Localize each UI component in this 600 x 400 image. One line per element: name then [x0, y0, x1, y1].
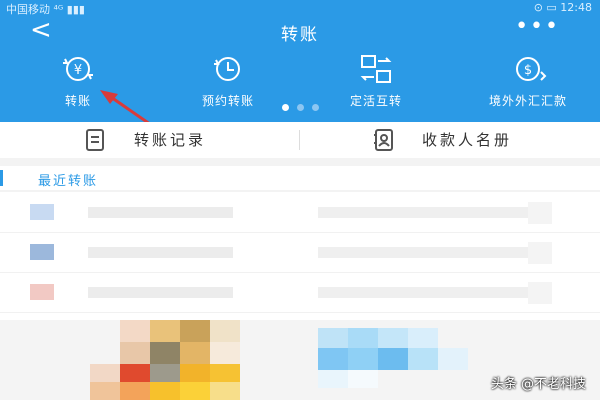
mosaic-cell: [378, 328, 408, 348]
transfer-records-label: 转账记录: [134, 131, 207, 149]
mosaic-cell: [438, 348, 468, 370]
mosaic-cell: [120, 320, 150, 342]
contact-book-icon: [374, 129, 393, 151]
list-item[interactable]: [0, 192, 600, 233]
mosaic-cell: [120, 364, 150, 382]
mosaic-cell: [120, 382, 150, 400]
mosaic-cell: [120, 342, 150, 364]
blurred-name: [88, 247, 233, 258]
mosaic-cell: [180, 342, 210, 364]
blurred-account: [318, 207, 528, 218]
mosaic-cell: [180, 364, 210, 382]
action-bar: 转账记录 收款人名册: [0, 122, 600, 158]
mosaic-cell: [318, 348, 348, 370]
blurred-account: [318, 247, 528, 258]
avatar: [30, 284, 54, 300]
mosaic-cell: [348, 370, 378, 388]
mosaic-cell: [210, 320, 240, 342]
mosaic-cell: [348, 328, 378, 348]
list-item[interactable]: [0, 232, 600, 273]
transfer-records-button[interactable]: 转账记录: [0, 122, 299, 158]
payee-directory-label: 收款人名册: [422, 131, 513, 149]
mosaic-cell: [210, 382, 240, 400]
document-icon: [86, 129, 104, 151]
mosaic-cell: [318, 370, 348, 388]
mosaic-cell: [408, 348, 438, 370]
mosaic-cell: [408, 328, 438, 348]
mosaic-cell: [210, 364, 240, 382]
blurred-detail: [528, 282, 552, 304]
section-accent-bar: [0, 170, 3, 186]
blurred-account: [318, 287, 528, 298]
mosaic-cell: [90, 364, 120, 382]
recent-transfers-header: 最近转账: [0, 166, 600, 190]
mosaic-cell: [348, 348, 378, 370]
blurred-detail: [528, 202, 552, 224]
mosaic-cell: [150, 364, 180, 382]
blurred-name: [88, 207, 233, 218]
blurred-detail: [528, 242, 552, 264]
mosaic-cell: [90, 382, 120, 400]
mosaic-cell: [180, 320, 210, 342]
mosaic-cell: [318, 328, 348, 348]
mosaic-cell: [150, 320, 180, 342]
mosaic-cell: [378, 348, 408, 370]
payee-directory-button[interactable]: 收款人名册: [300, 122, 599, 158]
blurred-name: [88, 287, 233, 298]
watermark-credit: 头条 @不老科技: [490, 377, 586, 392]
avatar: [30, 244, 54, 260]
list-item[interactable]: [0, 272, 600, 313]
mosaic-cell: [150, 382, 180, 400]
mosaic-cell: [150, 342, 180, 364]
avatar: [30, 204, 54, 220]
mosaic-cell: [210, 342, 240, 364]
section-title: 最近转账: [38, 174, 99, 189]
mosaic-cell: [180, 382, 210, 400]
